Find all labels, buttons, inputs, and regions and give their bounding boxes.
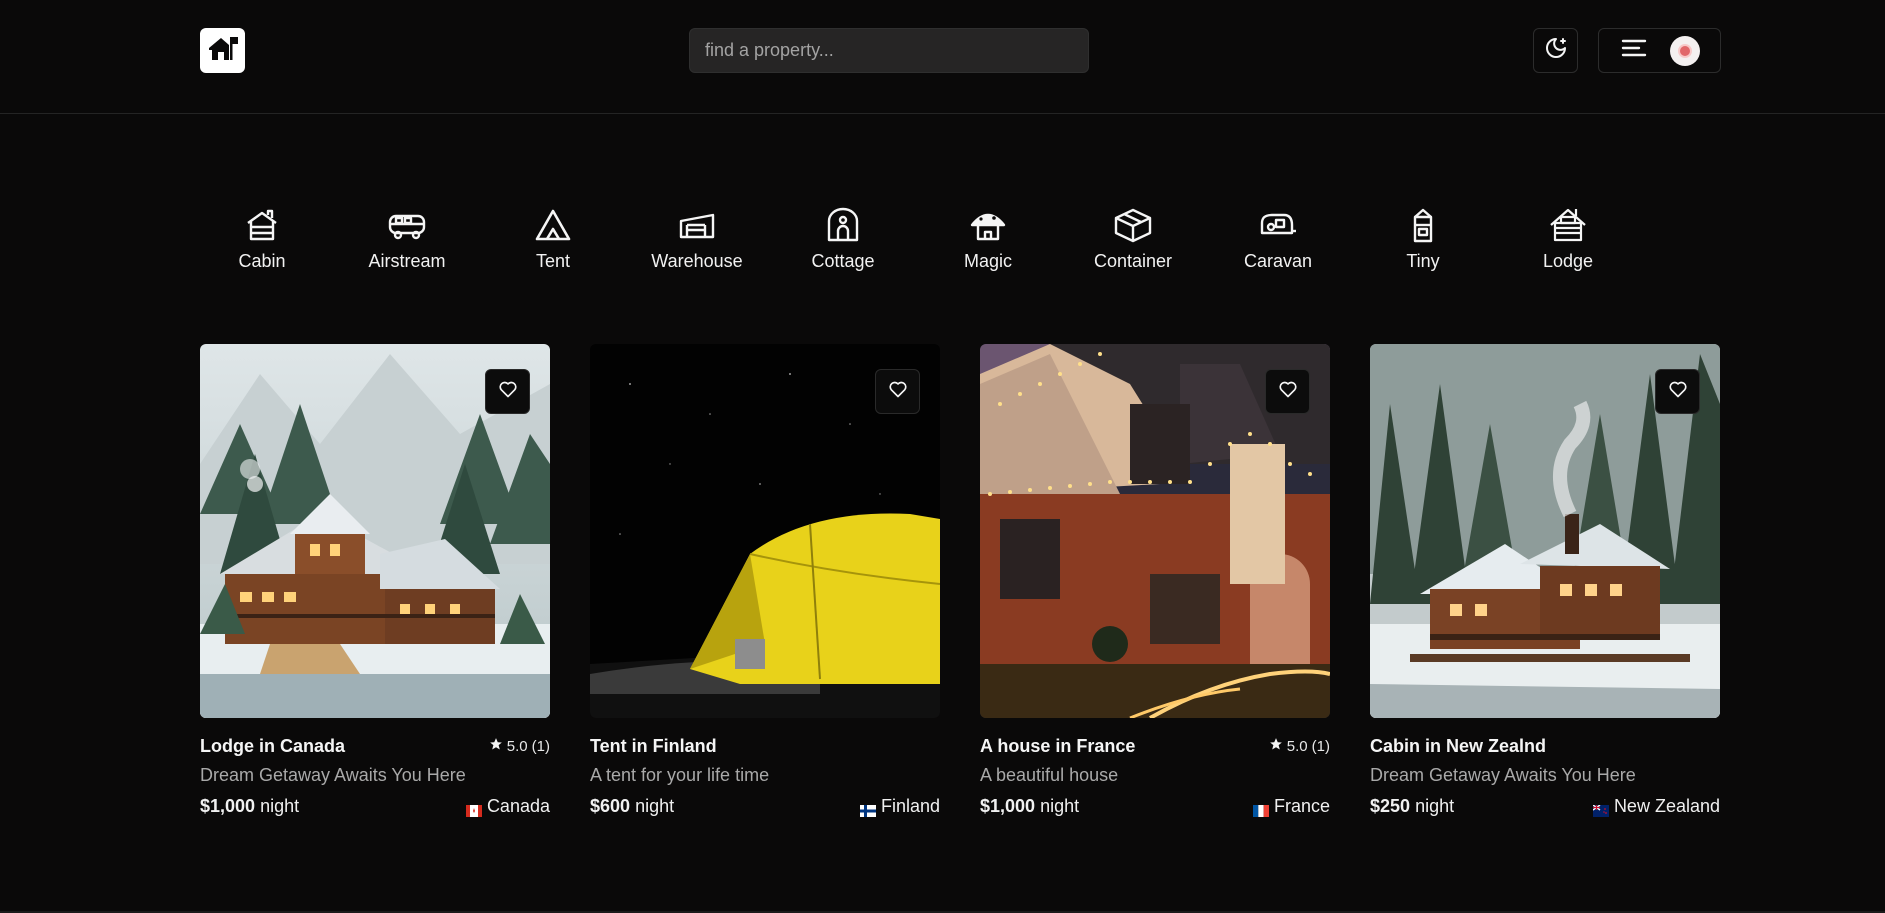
search-input[interactable] (689, 28, 1089, 73)
listing-price: $1,000 night (980, 796, 1079, 817)
lodge-icon (1548, 205, 1588, 245)
tiny-house-icon (1403, 205, 1443, 245)
tent-icon (533, 205, 573, 245)
listing-country: Canada (465, 796, 550, 817)
heart-icon (888, 379, 908, 404)
category-label: Lodge (1542, 251, 1594, 271)
listing-country: France (1252, 796, 1330, 817)
category-bar: Cabin Airstream Tent Warehouse Cottage M… (0, 195, 1885, 295)
listing-price: $1,000 night (200, 796, 299, 817)
favorite-button[interactable] (1655, 369, 1700, 414)
house-flag-icon (207, 33, 239, 68)
canada-flag-icon (465, 801, 482, 817)
category-label: Container (1093, 251, 1173, 271)
category-tiny[interactable]: Tiny (1358, 205, 1488, 272)
favorite-button[interactable] (875, 369, 920, 414)
price-unit: night (1415, 796, 1455, 816)
listing-card[interactable]: A house in France 5.0 (1) A beautiful ho… (980, 344, 1330, 817)
heart-icon (1278, 379, 1298, 404)
country-name: New Zealand (1613, 796, 1720, 816)
category-caravan[interactable]: Caravan (1213, 205, 1343, 272)
category-label: Airstream (368, 251, 446, 271)
category-lodge[interactable]: Lodge (1503, 205, 1633, 272)
avatar-face-icon (1678, 43, 1692, 58)
category-magic[interactable]: Magic (923, 205, 1053, 272)
star-icon (489, 737, 503, 755)
category-label: Warehouse (651, 251, 743, 271)
price-unit: night (260, 796, 300, 816)
listing-title: A house in France (980, 735, 1136, 756)
home-logo-button[interactable] (200, 28, 245, 73)
listing-country: New Zealand (1592, 796, 1720, 817)
airstream-icon (387, 205, 427, 245)
category-warehouse[interactable]: Warehouse (632, 205, 762, 272)
category-container[interactable]: Container (1068, 205, 1198, 272)
listing-image[interactable] (980, 344, 1330, 718)
new-zealand-flag-icon (1592, 801, 1609, 817)
hamburger-icon (1621, 37, 1647, 64)
user-menu-button[interactable] (1598, 28, 1721, 73)
heart-icon (1668, 379, 1688, 404)
country-name: Canada (486, 796, 550, 816)
avatar (1670, 35, 1700, 66)
review-count: (1) (1311, 737, 1330, 755)
review-count: (1) (531, 737, 550, 755)
listing-rating: 5.0 (1) (1269, 737, 1330, 755)
country-name: Finland (880, 796, 940, 816)
container-icon (1113, 205, 1153, 245)
category-label: Cottage (811, 251, 875, 271)
price-amount: $600 (590, 796, 631, 816)
caravan-icon (1258, 205, 1298, 245)
rating-value: 5.0 (506, 737, 528, 755)
category-airstream[interactable]: Airstream (342, 205, 472, 272)
star-icon (1269, 737, 1283, 755)
top-navbar (0, 0, 1885, 114)
moon-stars-icon (1544, 36, 1568, 65)
listing-description: Dream Getaway Awaits You Here (1370, 765, 1636, 785)
price-amount: $1,000 (200, 796, 256, 816)
category-tent[interactable]: Tent (488, 205, 618, 272)
category-cottage[interactable]: Cottage (778, 205, 908, 272)
rating-value: 5.0 (1286, 737, 1308, 755)
listing-price: $250 night (1370, 796, 1454, 817)
country-name: France (1273, 796, 1330, 816)
theme-toggle-button[interactable] (1533, 28, 1578, 73)
listing-card[interactable]: Cabin in New Zealnd Dream Getaway Awaits… (1370, 344, 1720, 817)
listing-rating: 5.0 (1) (489, 737, 550, 755)
mushroom-house-icon (968, 205, 1008, 245)
warehouse-icon (677, 205, 717, 245)
price-unit: night (635, 796, 675, 816)
heart-icon (498, 379, 518, 404)
listing-price: $600 night (590, 796, 674, 817)
cottage-icon (823, 205, 863, 245)
category-label: Caravan (1243, 251, 1313, 271)
category-cabin[interactable]: Cabin (197, 205, 327, 272)
listing-card[interactable]: Lodge in Canada 5.0 (1) Dream Getaway Aw… (200, 344, 550, 817)
france-flag-icon (1252, 801, 1269, 817)
listing-country: Finland (859, 796, 940, 817)
category-label: Cabin (238, 251, 286, 271)
listing-card[interactable]: Tent in Finland A tent for your life tim… (590, 344, 940, 817)
listing-image[interactable] (200, 344, 550, 718)
finland-flag-icon (859, 801, 876, 817)
price-amount: $1,000 (980, 796, 1036, 816)
listing-description: A beautiful house (980, 765, 1119, 785)
listing-image[interactable] (590, 344, 940, 718)
listing-description: A tent for your life time (590, 765, 770, 785)
listing-title: Cabin in New Zealnd (1370, 735, 1547, 756)
listing-title: Tent in Finland (590, 735, 717, 756)
price-amount: $250 (1370, 796, 1411, 816)
cabin-icon (242, 205, 282, 245)
listing-description: Dream Getaway Awaits You Here (200, 765, 466, 785)
price-unit: night (1040, 796, 1080, 816)
category-label: Magic (963, 251, 1012, 271)
category-label: Tiny (1406, 251, 1440, 271)
listing-title: Lodge in Canada (200, 735, 346, 756)
favorite-button[interactable] (485, 369, 530, 414)
favorite-button[interactable] (1265, 369, 1310, 414)
listing-image[interactable] (1370, 344, 1720, 718)
category-label: Tent (535, 251, 571, 271)
